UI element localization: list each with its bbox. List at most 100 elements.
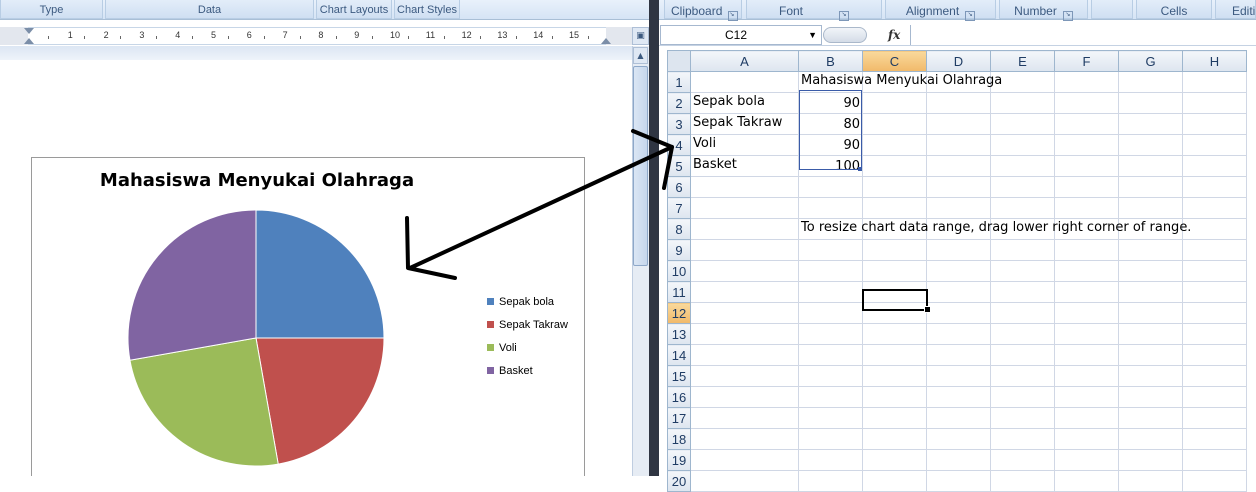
cell-e20[interactable] (990, 470, 1055, 492)
row-header-16[interactable]: 16 (667, 386, 691, 408)
cell-b18[interactable] (798, 428, 863, 450)
cell-h18[interactable] (1182, 428, 1247, 450)
cell-e5[interactable] (990, 155, 1055, 177)
cell-f4[interactable] (1054, 134, 1119, 156)
cell-c16[interactable] (862, 386, 927, 408)
row-header-6[interactable]: 6 (667, 176, 691, 198)
cell-a8[interactable] (690, 218, 799, 240)
row-header-10[interactable]: 10 (667, 260, 691, 282)
cell-b4[interactable]: 90 (798, 134, 863, 156)
row-header-14[interactable]: 14 (667, 344, 691, 366)
cell-e14[interactable] (990, 344, 1055, 366)
cell-a18[interactable] (690, 428, 799, 450)
name-box[interactable]: C12 ▼ (660, 25, 822, 45)
ribbon-group-editing[interactable]: Editi (1215, 0, 1256, 19)
cell-e6[interactable] (990, 176, 1055, 198)
cell-c20[interactable] (862, 470, 927, 492)
select-all-corner[interactable] (667, 50, 691, 72)
cell-c19[interactable] (862, 449, 927, 471)
dialog-launcher-icon[interactable]: ↘ (965, 11, 976, 21)
cell-g3[interactable] (1118, 113, 1183, 135)
cell-b11[interactable] (798, 281, 863, 303)
dialog-launcher-icon[interactable]: ↘ (1062, 11, 1073, 21)
cell-d20[interactable] (926, 470, 991, 492)
cell-f9[interactable] (1054, 239, 1119, 261)
active-cell-selection[interactable] (862, 289, 928, 311)
cell-e4[interactable] (990, 134, 1055, 156)
cell-c6[interactable] (862, 176, 927, 198)
window-divider[interactable] (649, 0, 659, 476)
row-header-18[interactable]: 18 (667, 428, 691, 450)
cell-e9[interactable] (990, 239, 1055, 261)
row-header-1[interactable]: 1 (667, 71, 691, 93)
cell-g11[interactable] (1118, 281, 1183, 303)
cell-b1[interactable]: Mahasiswa Menyukai Olahraga (798, 71, 1002, 93)
row-header-19[interactable]: 19 (667, 449, 691, 471)
cell-e12[interactable] (990, 302, 1055, 324)
column-header-d[interactable]: D (926, 50, 991, 72)
cell-d18[interactable] (926, 428, 991, 450)
cell-b5[interactable]: 100 (798, 155, 863, 177)
row-header-9[interactable]: 9 (667, 239, 691, 261)
spreadsheet[interactable]: ABCDEFGH 1 Mahasiswa Menyukai Olahraga 2 Se… (667, 50, 1247, 492)
cell-b10[interactable] (798, 260, 863, 282)
ribbon-group-styles[interactable] (1091, 0, 1133, 19)
cell-b20[interactable] (798, 470, 863, 492)
cell-f20[interactable] (1054, 470, 1119, 492)
ribbon-group-cells[interactable]: Cells (1136, 0, 1212, 19)
cell-d11[interactable] (926, 281, 991, 303)
dialog-launcher-icon[interactable]: ↘ (839, 11, 849, 21)
cell-f15[interactable] (1054, 365, 1119, 387)
cell-b13[interactable] (798, 323, 863, 345)
cell-f5[interactable] (1054, 155, 1119, 177)
legend-item-sepak-bola[interactable]: Sepak bola (487, 296, 554, 308)
cell-h1[interactable] (1182, 71, 1247, 93)
row-header-11[interactable]: 11 (667, 281, 691, 303)
cell-h12[interactable] (1182, 302, 1247, 324)
cell-f3[interactable] (1054, 113, 1119, 135)
cell-f19[interactable] (1054, 449, 1119, 471)
cell-d7[interactable] (926, 197, 991, 219)
cell-g13[interactable] (1118, 323, 1183, 345)
cell-e10[interactable] (990, 260, 1055, 282)
cell-d4[interactable] (926, 134, 991, 156)
row-header-17[interactable]: 17 (667, 407, 691, 429)
formula-bar-resize-handle[interactable] (823, 27, 867, 43)
cell-f14[interactable] (1054, 344, 1119, 366)
column-header-a[interactable]: A (690, 50, 799, 72)
cell-a16[interactable] (690, 386, 799, 408)
column-header-g[interactable]: G (1118, 50, 1183, 72)
cell-c3[interactable] (862, 113, 927, 135)
cell-b14[interactable] (798, 344, 863, 366)
cell-c5[interactable] (862, 155, 927, 177)
cell-b2[interactable]: 90 (798, 92, 863, 114)
cell-e7[interactable] (990, 197, 1055, 219)
cell-f16[interactable] (1054, 386, 1119, 408)
cell-a15[interactable] (690, 365, 799, 387)
cell-e15[interactable] (990, 365, 1055, 387)
pie-slice-voli[interactable] (129, 337, 279, 467)
range-resize-handle[interactable] (858, 167, 862, 171)
cell-d17[interactable] (926, 407, 991, 429)
cell-g10[interactable] (1118, 260, 1183, 282)
cell-h10[interactable] (1182, 260, 1247, 282)
cell-d5[interactable] (926, 155, 991, 177)
row-header-13[interactable]: 13 (667, 323, 691, 345)
row-header-8[interactable]: 8 (667, 218, 691, 240)
cell-f2[interactable] (1054, 92, 1119, 114)
cell-g6[interactable] (1118, 176, 1183, 198)
cell-a7[interactable] (690, 197, 799, 219)
cell-b8[interactable]: To resize chart data range, drag lower r… (798, 218, 1191, 240)
cell-h9[interactable] (1182, 239, 1247, 261)
cell-b7[interactable] (798, 197, 863, 219)
cell-a12[interactable] (690, 302, 799, 324)
cell-h17[interactable] (1182, 407, 1247, 429)
cell-d2[interactable] (926, 92, 991, 114)
ribbon-group-alignment[interactable]: Alignment ↘ (885, 0, 996, 21)
row-header-4[interactable]: 4 (667, 134, 691, 156)
cell-d3[interactable] (926, 113, 991, 135)
cell-e2[interactable] (990, 92, 1055, 114)
cell-a1[interactable] (690, 71, 799, 93)
row-header-3[interactable]: 3 (667, 113, 691, 135)
cell-g19[interactable] (1118, 449, 1183, 471)
